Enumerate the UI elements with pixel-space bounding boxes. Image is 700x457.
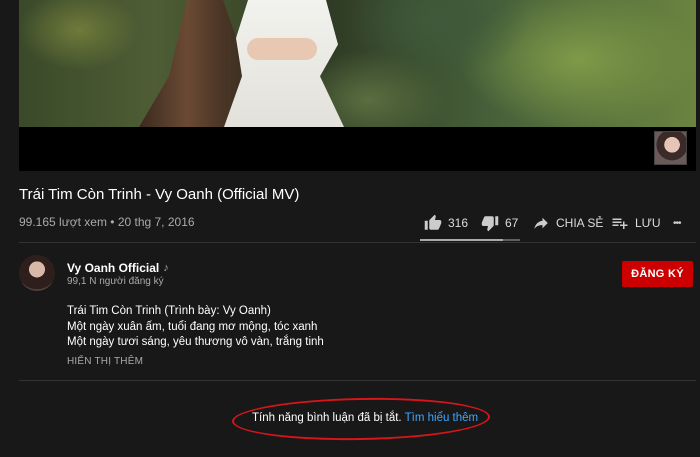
woman-arm [247,38,317,60]
divider-top [19,242,696,243]
video-description: Trái Tim Còn Trinh (Trình bày: Vy Oanh) … [67,304,324,351]
dislike-count: 67 [505,216,519,230]
subscribe-button[interactable]: ĐĂNG KÝ [622,261,693,287]
like-button[interactable]: 316 [424,214,468,232]
share-button[interactable]: CHIA SẺ [532,214,603,232]
more-actions-button[interactable]: ••• [673,218,681,229]
save-label: LƯU [635,216,661,230]
like-ratio-fill [420,239,503,241]
dislike-button[interactable]: 67 [481,214,518,232]
channel-watermark-thumbnail[interactable] [654,131,687,165]
save-button[interactable]: LƯU [611,214,661,232]
description-line: Một ngày tươi sáng, yêu thương vô vàn, t… [67,336,324,348]
channel-name-row[interactable]: Vy Oanh Official ♪ [67,261,169,275]
video-frame[interactable] [19,0,696,127]
description-line: Một ngày xuân ấm, tuổi đang mơ mộng, tóc… [67,320,318,333]
video-title: Trái Tim Còn Trinh - Vy Oanh (Official M… [19,186,300,203]
divider-bottom [19,380,696,381]
annotation-red-oval [231,395,491,443]
playlist-add-icon [612,218,628,229]
video-player[interactable] [19,0,696,171]
share-icon [534,217,548,229]
channel-avatar[interactable] [19,255,55,291]
subscriber-count: 99,1 N người đăng ký [67,276,164,287]
description-line: Trái Tim Còn Trinh (Trình bày: Vy Oanh) [67,305,271,317]
thumbs-up-icon [424,214,442,230]
thumbs-down-icon [481,216,499,232]
show-more-button[interactable]: HIỂN THỊ THÊM [67,356,143,367]
music-note-icon: ♪ [163,262,169,274]
like-dislike-ratio-bar [420,239,520,241]
woman-figure [224,0,344,127]
share-label: CHIA SẺ [556,216,604,230]
channel-name[interactable]: Vy Oanh Official [67,261,159,275]
more-icon: ••• [673,217,681,229]
action-bar: 316 67 CHIA SẺ LƯU ••• [0,213,700,233]
like-count: 316 [448,216,469,230]
